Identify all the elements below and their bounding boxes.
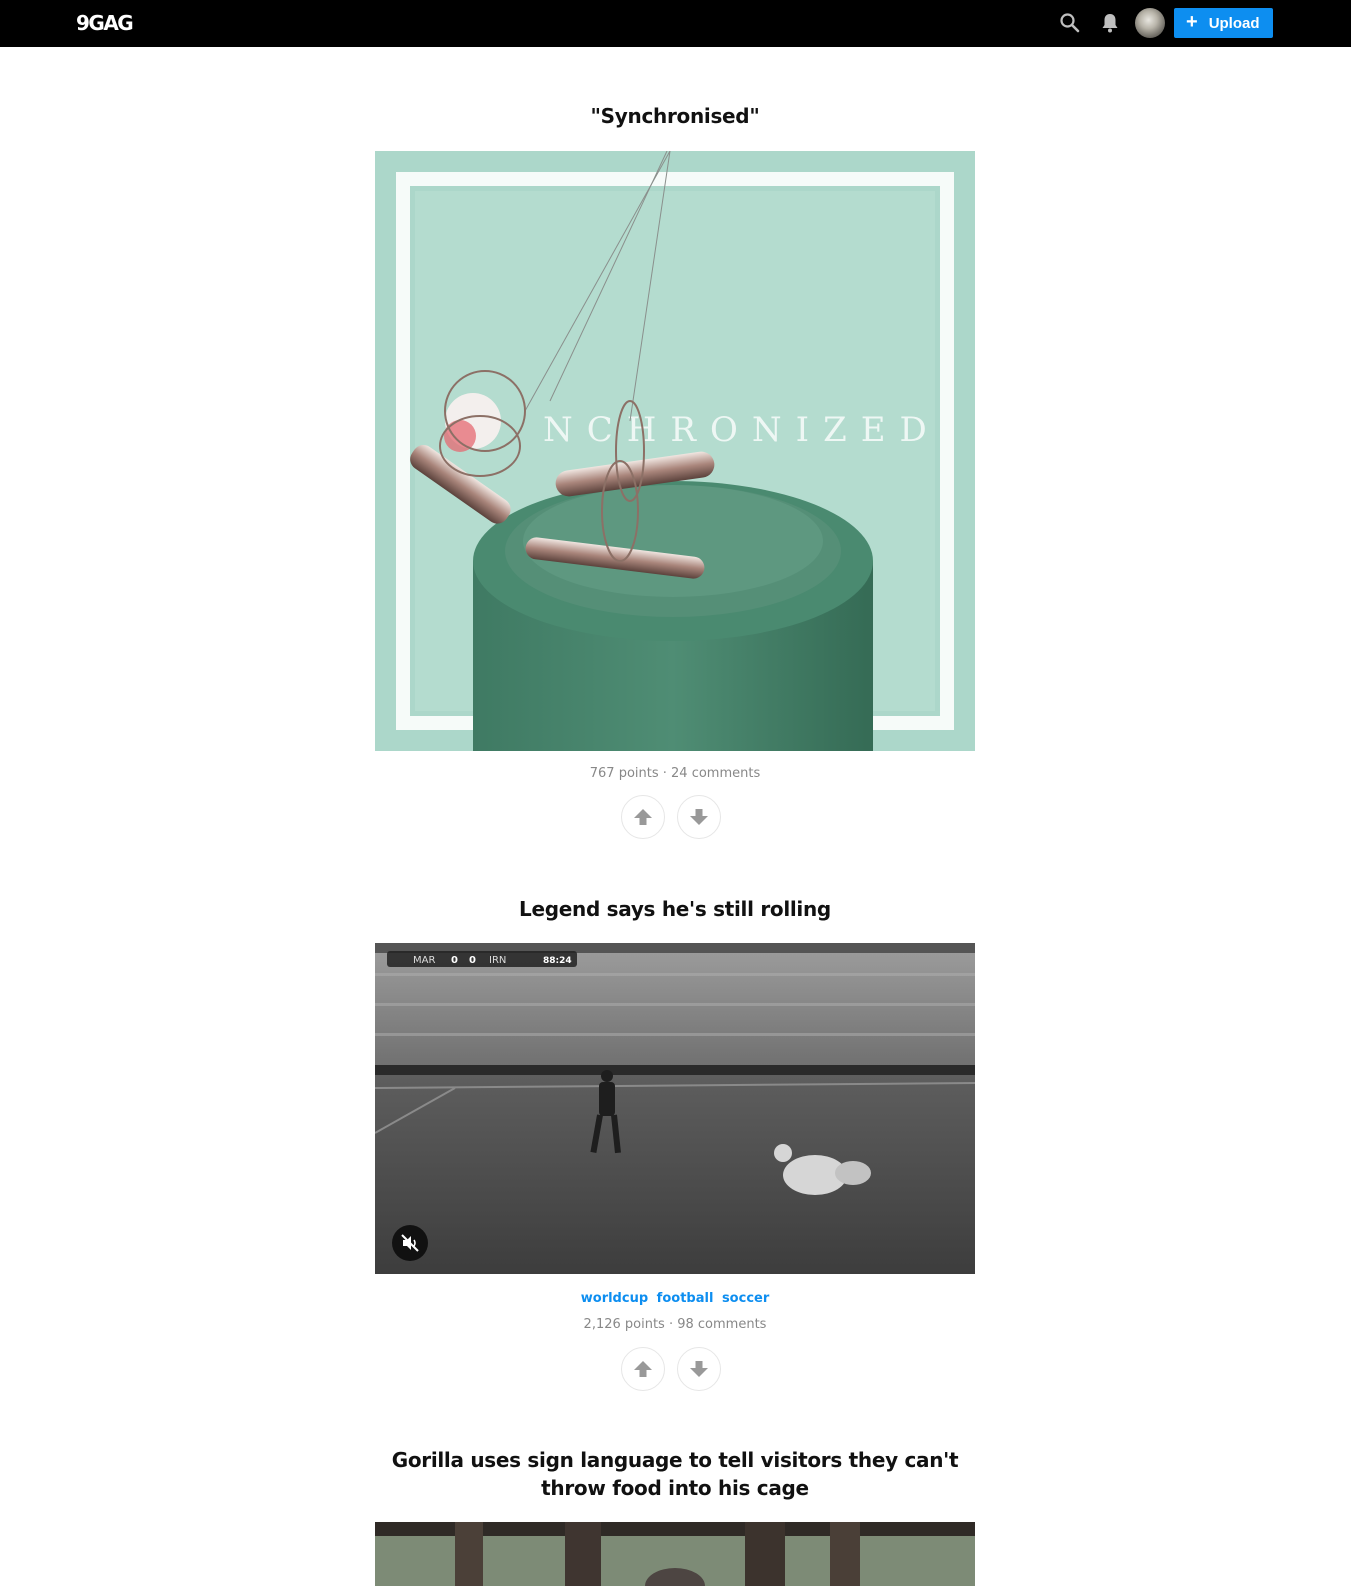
post-title[interactable]: "Synchronised" xyxy=(375,102,975,130)
upload-label: Upload xyxy=(1208,14,1260,32)
score-home: MAR xyxy=(413,955,435,966)
arrow-down-icon xyxy=(690,809,708,825)
post-tags: worldcup football soccer xyxy=(375,1291,975,1306)
upload-button[interactable]: + Upload xyxy=(1174,8,1273,38)
score-away-goals: 0 xyxy=(469,955,476,966)
comments-link[interactable]: 98 comments xyxy=(677,1317,766,1332)
upvote-button[interactable] xyxy=(621,795,665,839)
top-navigation-bar: 9GAG + Upload xyxy=(0,0,1351,47)
downvote-button[interactable] xyxy=(677,1347,721,1391)
post-stats: 767 points · 24 comments xyxy=(589,766,761,781)
upvote-button[interactable] xyxy=(621,1347,665,1391)
bell-icon[interactable] xyxy=(1098,11,1122,35)
tag-link[interactable]: worldcup xyxy=(581,1291,648,1306)
post-title[interactable]: Gorilla uses sign language to tell visit… xyxy=(375,1446,975,1502)
downvote-button[interactable] xyxy=(677,795,721,839)
muted-speaker-icon xyxy=(401,1234,419,1252)
post-video[interactable]: MAR 0 0 IRN 88:24 xyxy=(375,943,975,1274)
plus-icon: + xyxy=(1186,11,1198,33)
post-title[interactable]: Legend says he's still rolling xyxy=(375,895,975,923)
comments-link[interactable]: 24 comments xyxy=(671,766,760,781)
mute-toggle-button[interactable] xyxy=(392,1225,428,1261)
post-video[interactable] xyxy=(375,1522,975,1586)
tag-link[interactable]: soccer xyxy=(722,1291,769,1306)
tag-link[interactable]: football xyxy=(657,1291,714,1306)
arrow-down-icon xyxy=(690,1361,708,1377)
arrow-up-icon xyxy=(634,1361,652,1377)
score-away: IRN xyxy=(489,955,506,966)
search-icon[interactable] xyxy=(1058,11,1082,35)
points-link[interactable]: 2,126 points xyxy=(584,1317,665,1332)
score-home-goals: 0 xyxy=(451,955,458,966)
match-clock: 88:24 xyxy=(543,956,572,966)
site-logo[interactable]: 9GAG xyxy=(76,11,134,35)
post-image[interactable]: NCHRONIZED xyxy=(375,151,975,751)
user-avatar[interactable] xyxy=(1135,8,1165,38)
points-link[interactable]: 767 points xyxy=(590,766,659,781)
arrow-up-icon xyxy=(634,809,652,825)
media-caption-text: NCHRONIZED xyxy=(543,410,941,450)
post-stats: 2,126 points · 98 comments xyxy=(583,1317,767,1332)
